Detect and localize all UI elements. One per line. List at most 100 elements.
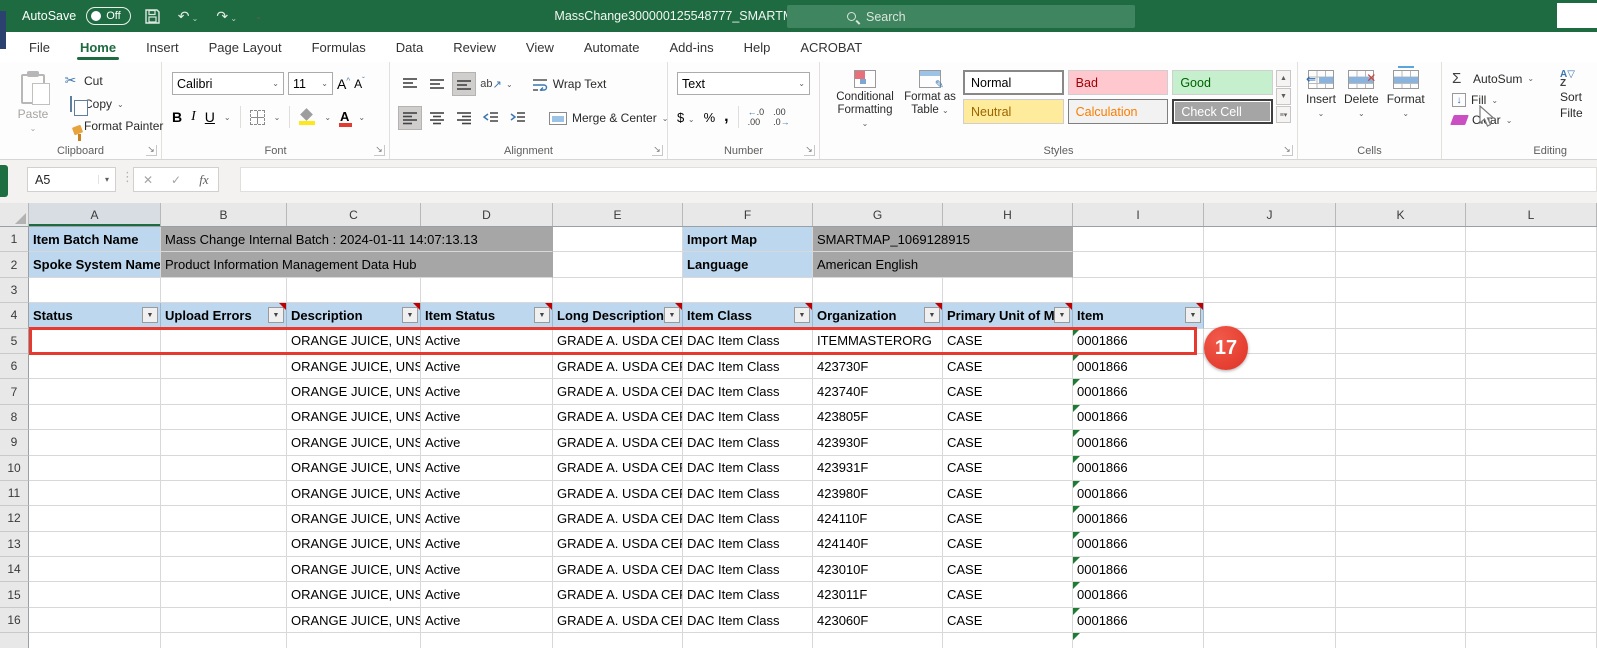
cell-E15[interactable]: GRADE A. USDA CERTI: [553, 582, 683, 607]
cell-J16[interactable]: [1204, 608, 1336, 633]
cell-K12[interactable]: [1336, 506, 1466, 531]
cell-K14[interactable]: [1336, 557, 1466, 582]
styles-gallery-up-icon[interactable]: ▲: [1276, 70, 1291, 87]
cell-D12[interactable]: Active: [421, 506, 553, 531]
cell-D11[interactable]: Active: [421, 481, 553, 506]
cell-K13[interactable]: [1336, 532, 1466, 557]
increase-decimal-button[interactable]: ←.0.00: [748, 107, 765, 127]
row-header-17[interactable]: [0, 633, 29, 648]
cell-J7[interactable]: [1204, 379, 1336, 404]
cell-F7[interactable]: DAC Item Class: [683, 379, 813, 404]
cell-K1[interactable]: [1336, 227, 1466, 252]
cell-K7[interactable]: [1336, 379, 1466, 404]
number-format-select[interactable]: Text⌄: [677, 72, 810, 95]
cell-E12[interactable]: GRADE A. USDA CERTI: [553, 506, 683, 531]
row-header-14[interactable]: 14: [0, 557, 29, 582]
name-box-dropdown-icon[interactable]: ▾: [98, 175, 115, 184]
column-header-K[interactable]: K: [1336, 203, 1466, 226]
cell-G3[interactable]: [813, 278, 943, 303]
cell-E4[interactable]: Long Description▼: [553, 303, 683, 328]
underline-dropdown-icon[interactable]: ⌄: [224, 113, 231, 122]
cell-B6[interactable]: [161, 354, 287, 379]
cell-C10[interactable]: ORANGE JUICE, UNSW: [287, 456, 421, 481]
column-header-H[interactable]: H: [943, 203, 1073, 226]
cell-D5[interactable]: Active: [421, 329, 553, 354]
cell-A12[interactable]: [29, 506, 161, 531]
cell-B10[interactable]: [161, 456, 287, 481]
accounting-format-button[interactable]: $ ⌄: [677, 110, 695, 125]
cell-G6[interactable]: 423730F: [813, 354, 943, 379]
cell-L10[interactable]: [1466, 456, 1597, 481]
cell-G10[interactable]: 423931F: [813, 456, 943, 481]
cell-K17[interactable]: [1336, 633, 1466, 648]
align-top-button[interactable]: [398, 72, 422, 96]
cell-G1[interactable]: SMARTMAP_1069128915: [813, 227, 1073, 252]
cell-J8[interactable]: [1204, 405, 1336, 430]
copy-button[interactable]: Copy ⌄: [62, 97, 163, 111]
filter-button-A4[interactable]: ▼: [142, 307, 158, 323]
row-header-9[interactable]: 9: [0, 430, 29, 455]
row-header-8[interactable]: 8: [0, 405, 29, 430]
italic-button[interactable]: I: [191, 109, 196, 125]
cell-B17[interactable]: [161, 633, 287, 648]
cell-C14[interactable]: ORANGE JUICE, UNSW: [287, 557, 421, 582]
tab-acrobat[interactable]: ACROBAT: [785, 32, 877, 62]
cell-G17[interactable]: [813, 633, 943, 648]
styles-dialog-launcher[interactable]: ↘: [1282, 145, 1293, 156]
cell-J10[interactable]: [1204, 456, 1336, 481]
tab-view[interactable]: View: [511, 32, 569, 62]
cell-A2[interactable]: Spoke System Name: [29, 252, 161, 277]
cell-E8[interactable]: GRADE A. USDA CERTI: [553, 405, 683, 430]
cell-C16[interactable]: ORANGE JUICE, UNSW: [287, 608, 421, 633]
cell-A4[interactable]: Status▼: [29, 303, 161, 328]
cell-A13[interactable]: [29, 532, 161, 557]
cell-D6[interactable]: Active: [421, 354, 553, 379]
decrease-font-size-button[interactable]: Aˇ: [354, 76, 365, 91]
borders-dropdown-icon[interactable]: ⌄: [274, 113, 281, 122]
cell-L14[interactable]: [1466, 557, 1597, 582]
row-header-3[interactable]: 3: [0, 278, 29, 303]
cell-style-calculation[interactable]: Calculation: [1068, 99, 1169, 124]
cell-L7[interactable]: [1466, 379, 1597, 404]
cell-G4[interactable]: Organization▼: [813, 303, 943, 328]
tab-review[interactable]: Review: [438, 32, 511, 62]
cell-I1[interactable]: [1073, 227, 1204, 252]
cell-I17[interactable]: [1073, 633, 1204, 648]
cell-F16[interactable]: DAC Item Class: [683, 608, 813, 633]
search-bar[interactable]: [787, 5, 1135, 28]
cell-style-neutral[interactable]: Neutral: [963, 99, 1064, 124]
cell-K3[interactable]: [1336, 278, 1466, 303]
font-color-dropdown-icon[interactable]: ⌄: [358, 113, 365, 122]
cell-G14[interactable]: 423010F: [813, 557, 943, 582]
cell-E14[interactable]: GRADE A. USDA CERTI: [553, 557, 683, 582]
borders-button[interactable]: [250, 110, 265, 125]
row-header-16[interactable]: 16: [0, 608, 29, 633]
font-name-select[interactable]: Calibri⌄: [172, 72, 284, 95]
row-header-6[interactable]: 6: [0, 354, 29, 379]
number-dialog-launcher[interactable]: ↘: [804, 145, 815, 156]
cell-K15[interactable]: [1336, 582, 1466, 607]
cell-H7[interactable]: CASE: [943, 379, 1073, 404]
tab-home[interactable]: Home: [65, 32, 131, 62]
select-all-button[interactable]: [0, 203, 29, 226]
cell-H10[interactable]: CASE: [943, 456, 1073, 481]
cell-G8[interactable]: 423805F: [813, 405, 943, 430]
cell-C9[interactable]: ORANGE JUICE, UNSW: [287, 430, 421, 455]
font-dialog-launcher[interactable]: ↘: [374, 145, 385, 156]
increase-indent-button[interactable]: [506, 106, 530, 130]
cell-C11[interactable]: ORANGE JUICE, UNSW: [287, 481, 421, 506]
cell-I9[interactable]: 0001866: [1073, 430, 1204, 455]
cell-J11[interactable]: [1204, 481, 1336, 506]
cell-style-good[interactable]: Good: [1172, 70, 1273, 95]
decrease-decimal-button[interactable]: .00.0→: [773, 107, 790, 127]
comma-style-button[interactable]: ,: [724, 108, 728, 126]
cell-L16[interactable]: [1466, 608, 1597, 633]
cell-K5[interactable]: [1336, 329, 1466, 354]
fill-color-button[interactable]: [299, 109, 315, 125]
cell-E5[interactable]: GRADE A. USDA CERTI: [553, 329, 683, 354]
row-header-10[interactable]: 10: [0, 456, 29, 481]
cell-A10[interactable]: [29, 456, 161, 481]
cell-F12[interactable]: DAC Item Class: [683, 506, 813, 531]
cell-K6[interactable]: [1336, 354, 1466, 379]
sort-filter-button[interactable]: A▽Z Sort Filte: [1560, 70, 1583, 120]
